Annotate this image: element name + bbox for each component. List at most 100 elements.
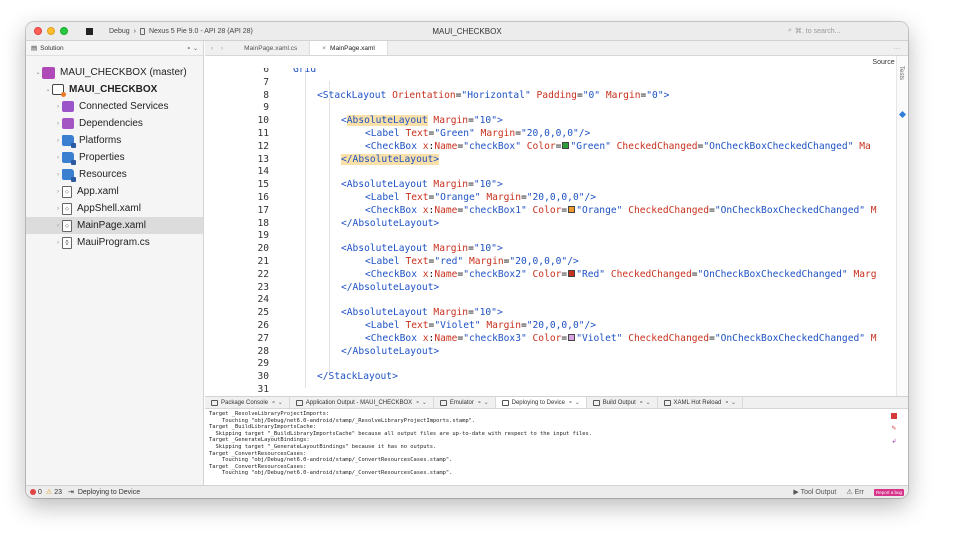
configuration-label: Debug bbox=[109, 27, 130, 35]
run-configuration-selector[interactable]: Debug › Nexus 5 Pie 9.0 - API 28 (API 28… bbox=[109, 27, 253, 35]
tree-item[interactable]: ›{} MauiProgram.cs bbox=[26, 234, 203, 251]
disclosure-icon[interactable]: ⌄ bbox=[34, 69, 42, 76]
pin-icon[interactable]: ⚬ ⌄ bbox=[271, 399, 283, 406]
tree-item[interactable]: › Resources bbox=[26, 166, 203, 183]
pad-tab[interactable]: Build Output ⚬ ⌄ bbox=[587, 397, 658, 408]
code-line[interactable]: 15 <AbsoluteLayout Margin="10"> bbox=[205, 179, 896, 192]
source-view-selector[interactable]: Source ◊ bbox=[205, 56, 908, 68]
code-line[interactable]: 16 <Label Text="Orange" Margin="20,0,0,0"… bbox=[205, 192, 896, 205]
breadcrumb-separator: › bbox=[133, 27, 136, 35]
code-token: Color bbox=[532, 204, 562, 216]
code-line[interactable]: 11 <Label Text="Green" Margin="20,0,0,0"/… bbox=[205, 128, 896, 141]
code-line[interactable]: 21 <Label Text="red" Margin="20,0,0,0"/> bbox=[205, 256, 896, 269]
diamond-icon[interactable] bbox=[898, 110, 907, 119]
code-line[interactable]: 7 bbox=[205, 77, 896, 90]
disclosure-icon[interactable]: › bbox=[54, 138, 62, 144]
disclosure-icon[interactable]: › bbox=[54, 240, 62, 246]
code-line[interactable]: 23 </AbsoluteLayout> bbox=[205, 282, 896, 295]
disclosure-icon[interactable]: › bbox=[54, 223, 62, 229]
zoom-window-button[interactable] bbox=[60, 27, 68, 35]
code-token: Margin bbox=[433, 179, 469, 191]
tree-item-label: MAUI_CHECKBOX (master) bbox=[60, 67, 187, 78]
pad-tab[interactable]: Deploying to Device ⚬ ⌄ bbox=[495, 397, 587, 408]
tree-item[interactable]: › ◇ MainPage.xaml bbox=[26, 217, 203, 234]
pin-icon[interactable]: ⚬ ⌄ bbox=[415, 399, 427, 406]
code-line[interactable]: 25 <AbsoluteLayout Margin="10"> bbox=[205, 307, 896, 320]
feedback-badge[interactable]: Report a bug bbox=[873, 488, 904, 496]
tree-item[interactable]: › ◇ AppShell.xaml bbox=[26, 200, 203, 217]
code-line[interactable]: 9 bbox=[205, 102, 896, 115]
tree-item[interactable]: ⌄ MAUI_CHECKBOX (master) bbox=[26, 64, 203, 81]
code-line[interactable]: 18 </AbsoluteLayout> bbox=[205, 218, 896, 231]
disclosure-icon[interactable]: › bbox=[54, 172, 62, 178]
line-content: </AbsoluteLayout> bbox=[341, 346, 439, 359]
code-line[interactable]: 19 bbox=[205, 230, 896, 243]
code-token: /> bbox=[578, 128, 591, 139]
code-line[interactable]: 8 <StackLayout Orientation="Horizontal" P… bbox=[205, 90, 896, 103]
disclosure-icon[interactable]: › bbox=[54, 189, 62, 195]
xaml-file-icon: ◇ bbox=[62, 185, 72, 198]
code-line[interactable]: 28 </AbsoluteLayout> bbox=[205, 346, 896, 359]
code-token: "OnCheckBoxCheckedChanged" bbox=[697, 268, 854, 280]
code-line[interactable]: 10 <AbsoluteLayout Margin="10"> bbox=[205, 115, 896, 128]
tab-mainpage-xaml-cs[interactable]: MainPage.xaml.cs bbox=[232, 41, 311, 55]
device-icon bbox=[139, 27, 145, 35]
tree-item[interactable]: › Properties bbox=[26, 149, 203, 166]
pin-icon[interactable]: ⚬ ⌄ bbox=[568, 399, 580, 406]
tool-output-button[interactable]: ▶ Tool Output bbox=[793, 488, 836, 496]
tree-item[interactable]: › Platforms bbox=[26, 132, 203, 149]
close-window-button[interactable] bbox=[34, 27, 42, 35]
code-token: Name bbox=[434, 140, 458, 152]
warning-count[interactable]: ⚠ 23 bbox=[46, 488, 62, 497]
code-line[interactable]: 20 <AbsoluteLayout Margin="10"> bbox=[205, 243, 896, 256]
code-line[interactable]: 14 bbox=[205, 166, 896, 179]
wrap-icon[interactable]: ↲ bbox=[891, 438, 896, 445]
line-number: 31 bbox=[257, 384, 269, 395]
code-line[interactable]: 26 <Label Text="Violet" Margin="20,0,0,0"… bbox=[205, 320, 896, 333]
minimize-window-button[interactable] bbox=[47, 27, 55, 35]
disclosure-icon[interactable]: › bbox=[54, 121, 62, 127]
code-line[interactable]: 12 <CheckBox x:Name="checkBox" Color= "Gre… bbox=[205, 141, 896, 154]
pin-icon[interactable]: ⚬ ⌄ bbox=[724, 399, 736, 406]
code-editor[interactable]: 6 Grid 7 8 <StackLayout Orientation="Horizon… bbox=[205, 68, 896, 396]
code-line[interactable]: 31 bbox=[205, 384, 896, 396]
tree-item[interactable]: › Dependencies bbox=[26, 115, 203, 132]
code-line[interactable]: 27 <CheckBox x:Name="checkBox3" Color= "Vi… bbox=[205, 333, 896, 346]
tab-navigation-icon[interactable]: ‹ › bbox=[205, 45, 232, 52]
stop-icon[interactable] bbox=[891, 413, 897, 419]
code-line[interactable]: 6 Grid bbox=[205, 68, 896, 77]
code-line[interactable]: 24 bbox=[205, 294, 896, 307]
code-token: "checkBox3" bbox=[463, 332, 533, 344]
error-count[interactable]: 0 bbox=[30, 489, 42, 496]
tab-mainpage-xaml[interactable]: × MainPage.xaml bbox=[310, 41, 388, 55]
pad-tab[interactable]: Emulator ⚬ ⌄ bbox=[434, 397, 496, 408]
pad-tab[interactable]: Application Output - MAUI_CHECKBOX ⚬ ⌄ bbox=[290, 397, 434, 408]
code-token: CheckedChanged bbox=[628, 204, 710, 216]
tests-pad-toggle[interactable]: Tests bbox=[898, 66, 904, 80]
pad-icon bbox=[295, 399, 303, 406]
tree-item[interactable]: ⌄ MAUI_CHECKBOX bbox=[26, 81, 203, 98]
disclosure-icon[interactable]: › bbox=[54, 206, 62, 212]
code-line[interactable]: 22 <CheckBox x:Name="checkBox2" Color= "Re… bbox=[205, 269, 896, 282]
disclosure-icon[interactable]: › bbox=[54, 104, 62, 110]
errors-pad-button[interactable]: ⚠ Err bbox=[846, 488, 864, 496]
disclosure-icon[interactable]: › bbox=[54, 155, 62, 161]
pad-tab[interactable]: XAML Hot Reload ⚬ ⌄ bbox=[658, 397, 744, 408]
disclosure-icon[interactable]: ⌄ bbox=[44, 86, 52, 93]
pad-tab[interactable]: Package Console ⚬ ⌄ bbox=[205, 397, 290, 408]
code-line[interactable]: 13 </AbsoluteLayout> bbox=[205, 153, 896, 167]
stop-icon[interactable] bbox=[86, 27, 93, 35]
code-line[interactable]: 17 <CheckBox x:Name="checkBox1" Color= "Or… bbox=[205, 205, 896, 218]
search-input[interactable]: ⌕ ⌘. to search... bbox=[788, 25, 898, 37]
close-tab-icon[interactable]: × bbox=[322, 45, 326, 52]
code-token: Padding bbox=[536, 89, 577, 101]
pin-icon[interactable]: ⚬ ⌄ bbox=[477, 399, 489, 406]
code-line[interactable]: 30 </StackLayout> bbox=[205, 371, 896, 384]
code-line[interactable]: 29 bbox=[205, 358, 896, 371]
clear-icon[interactable]: ✎ bbox=[891, 425, 896, 432]
more-tabs-icon[interactable]: ··· bbox=[894, 45, 909, 52]
tree-item[interactable]: › Connected Services bbox=[26, 98, 203, 115]
pad-options-icon[interactable]: ⚬ ⌄ bbox=[186, 45, 198, 52]
pin-icon[interactable]: ⚬ ⌄ bbox=[639, 399, 651, 406]
tree-item[interactable]: › ◇ App.xaml bbox=[26, 183, 203, 200]
